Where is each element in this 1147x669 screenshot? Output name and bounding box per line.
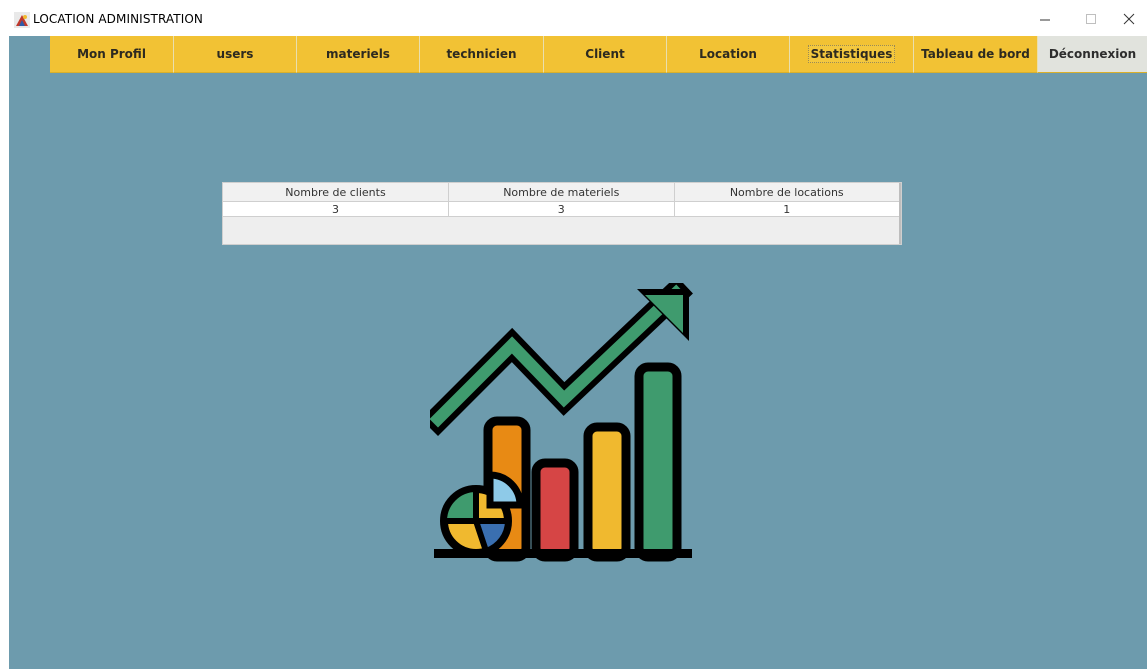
- nav-label: users: [216, 47, 254, 61]
- column-header-materiels[interactable]: Nombre de materiels: [448, 183, 675, 202]
- nav-deconnexion-button[interactable]: Déconnexion: [1038, 36, 1147, 73]
- nav-bar: Mon Profil users materiels technicien Cl…: [50, 36, 1147, 73]
- nav-materiels-button[interactable]: materiels: [297, 36, 420, 73]
- nav-mon-profil-button[interactable]: Mon Profil: [50, 36, 174, 73]
- nav-label: Location: [699, 47, 757, 61]
- minimize-button[interactable]: [1030, 6, 1060, 30]
- title-bar: LOCATION ADMINISTRATION: [0, 0, 1147, 36]
- window-title: LOCATION ADMINISTRATION: [33, 12, 203, 26]
- nav-users-button[interactable]: users: [174, 36, 297, 73]
- table-cell-materiels[interactable]: 3: [448, 201, 675, 217]
- nav-statistiques-button[interactable]: Statistiques: [790, 36, 914, 73]
- nav-client-button[interactable]: Client: [544, 36, 667, 73]
- nav-label: Mon Profil: [77, 47, 146, 61]
- table-header-row: Nombre de clients Nombre de materiels No…: [223, 183, 900, 202]
- java-app-icon: [14, 12, 30, 28]
- column-header-clients[interactable]: Nombre de clients: [223, 183, 449, 202]
- growth-chart-icon: [430, 283, 693, 562]
- table-row[interactable]: 3 3 1: [223, 201, 900, 217]
- maximize-button[interactable]: [1076, 6, 1106, 30]
- stats-table[interactable]: Nombre de clients Nombre de materiels No…: [222, 182, 902, 245]
- nav-label: Statistiques: [807, 45, 896, 63]
- nav-label: materiels: [326, 47, 390, 61]
- nav-location-button[interactable]: Location: [667, 36, 790, 73]
- nav-label: Client: [585, 47, 625, 61]
- table-cell-locations[interactable]: 1: [674, 201, 900, 217]
- nav-label: Tableau de bord: [921, 47, 1030, 61]
- nav-label: Déconnexion: [1048, 47, 1137, 61]
- nav-label: technicien: [446, 47, 517, 61]
- table-cell-clients[interactable]: 3: [223, 201, 449, 217]
- column-header-locations[interactable]: Nombre de locations: [674, 183, 900, 202]
- close-button[interactable]: [1114, 6, 1144, 30]
- nav-technicien-button[interactable]: technicien: [420, 36, 544, 73]
- nav-tableau-de-bord-button[interactable]: Tableau de bord: [914, 36, 1038, 73]
